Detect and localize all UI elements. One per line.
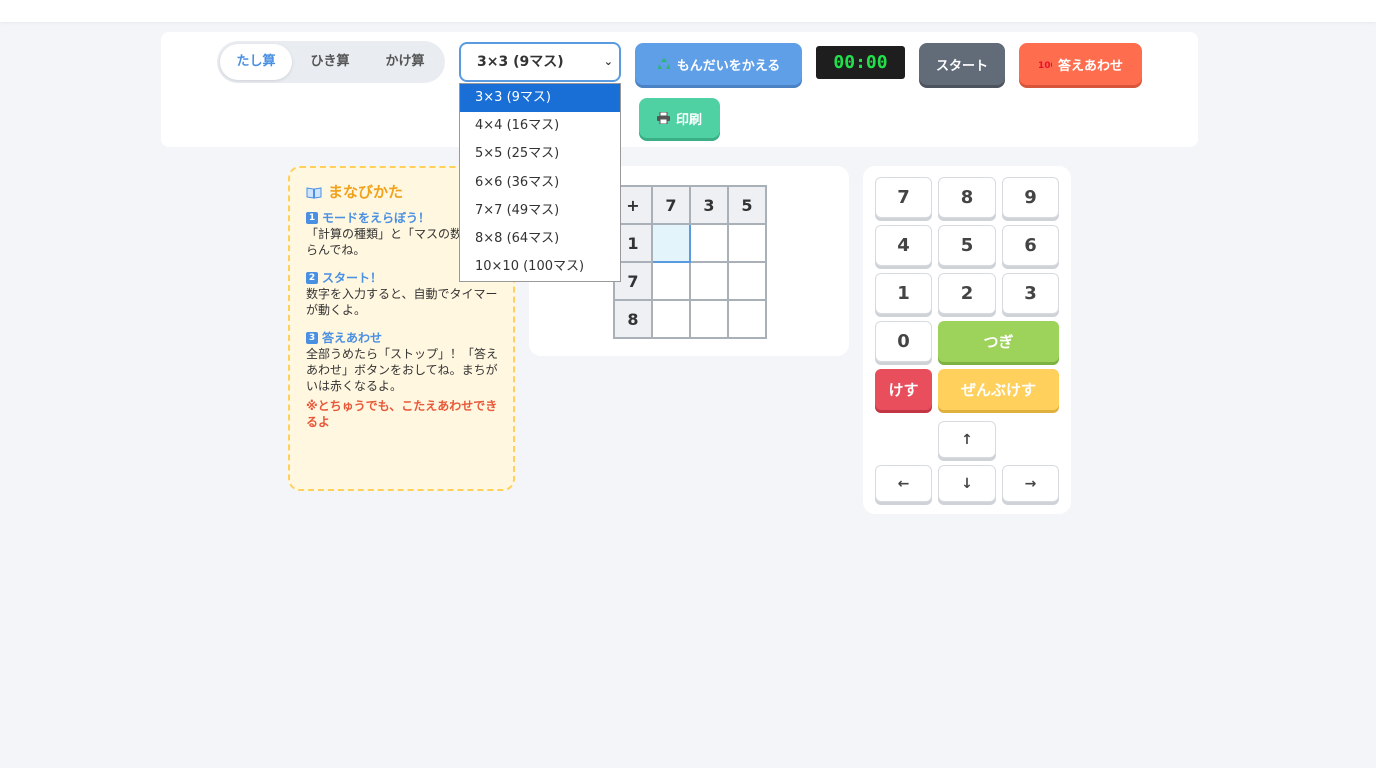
change-problem-label: もんだいをかえる (676, 58, 781, 74)
step-3-title: 3 答えあわせ (306, 330, 499, 346)
grid-size-value: 3×3 (9マス) (477, 54, 564, 70)
key-9[interactable]: 9 (1002, 177, 1059, 218)
key-8[interactable]: 8 (938, 177, 996, 218)
start-button[interactable]: スタート (919, 43, 1005, 85)
key-4[interactable]: 4 (875, 225, 932, 266)
key-6[interactable]: 6 (1002, 225, 1059, 266)
print-label: 印刷 (675, 112, 702, 128)
size-option-7x7[interactable]: 7×7 (49マス) (460, 197, 620, 225)
grid-cell[interactable] (689, 299, 729, 339)
grid-size-select[interactable]: 3×3 (9マス) ⌄ (459, 42, 621, 82)
key-2[interactable]: 2 (938, 273, 996, 314)
chevron-down-icon: ⌄ (603, 55, 613, 68)
arrow-right-key[interactable]: → (1002, 465, 1059, 502)
step-3-number: 3 (306, 332, 318, 344)
step-2-number: 2 (306, 272, 318, 284)
math-grid: + 7 3 5 1 7 8 (613, 185, 767, 339)
grid-size-dropdown: 3×3 (9マス) 4×4 (16マス) 5×5 (25マス) 6×6 (36マ… (459, 83, 621, 282)
check-answers-label: 答えあわせ (1057, 58, 1123, 74)
start-label: スタート (935, 58, 988, 74)
grid-top-header: 7 (651, 185, 691, 225)
learn-title-text: まなびかた (328, 183, 404, 201)
arrow-down-key[interactable]: ↓ (938, 465, 996, 502)
learn-note: ※とちゅうでも、こたえあわせできるよ (306, 399, 498, 429)
delete-button[interactable]: けす (875, 369, 932, 410)
size-option-5x5[interactable]: 5×5 (25マス) (460, 140, 620, 168)
key-7[interactable]: 7 (875, 177, 932, 218)
mode-selector: たし算 ひき算 かけ算 (217, 41, 445, 83)
size-option-10x10[interactable]: 10×10 (100マス) (460, 253, 620, 281)
timer-display: 00:00 (816, 46, 905, 79)
size-option-3x3[interactable]: 3×3 (9マス) (460, 84, 620, 113)
step-1-number: 1 (306, 212, 318, 224)
mode-tab-subtraction[interactable]: ひき算 (292, 44, 368, 80)
size-option-6x6[interactable]: 6×6 (36マス) (460, 169, 620, 197)
printer-icon (656, 112, 670, 124)
grid-cell[interactable] (727, 299, 767, 339)
key-3[interactable]: 3 (1002, 273, 1059, 314)
grid-cell[interactable] (689, 223, 729, 263)
mode-tab-multiplication[interactable]: かけ算 (368, 44, 442, 80)
clear-all-button[interactable]: ぜんぶけす (938, 369, 1059, 410)
step-3-title-text: 答えあわせ (322, 331, 383, 345)
print-button[interactable]: 印刷 (639, 98, 720, 138)
grid-cell[interactable] (727, 223, 767, 263)
key-5[interactable]: 5 (938, 225, 996, 266)
grid-cell[interactable] (651, 261, 691, 301)
step-2-text: 数字を入力すると、自動でタイマーが動くよ。 (306, 287, 498, 317)
key-1[interactable]: 1 (875, 273, 932, 314)
step-2-title-text: スタート！ (322, 271, 383, 285)
next-button[interactable]: つぎ (938, 321, 1059, 362)
size-option-4x4[interactable]: 4×4 (16マス) (460, 112, 620, 140)
recycle-icon (657, 58, 670, 69)
grid-cell[interactable] (651, 299, 691, 339)
check-answers-button[interactable]: 100 答えあわせ (1019, 43, 1142, 85)
grid-cell[interactable] (727, 261, 767, 301)
size-option-8x8[interactable]: 8×8 (64マス) (460, 225, 620, 253)
open-book-icon (306, 186, 322, 199)
arrow-up-key[interactable]: ↑ (938, 421, 996, 458)
grid-cell[interactable] (689, 261, 729, 301)
browser-top-bar (0, 0, 1376, 22)
grid-top-header: 5 (727, 185, 767, 225)
svg-text:100: 100 (1038, 61, 1052, 70)
key-0[interactable]: 0 (875, 321, 932, 362)
grid-cell-selected[interactable] (651, 223, 691, 263)
hundred-points-icon: 100 (1038, 61, 1052, 70)
mode-tab-addition[interactable]: たし算 (220, 44, 292, 80)
change-problem-button[interactable]: もんだいをかえる (635, 43, 802, 85)
arrow-left-key[interactable]: ← (875, 465, 932, 502)
step-3-text: 全部うめたら「ストップ」！「答えあわせ」ボタンをおしてね。まちがいは赤くなるよ。 (306, 347, 499, 393)
grid-top-header: 3 (689, 185, 729, 225)
grid-left-header: 8 (613, 299, 653, 339)
step-1-title-text: モードをえらぼう！ (322, 211, 431, 225)
